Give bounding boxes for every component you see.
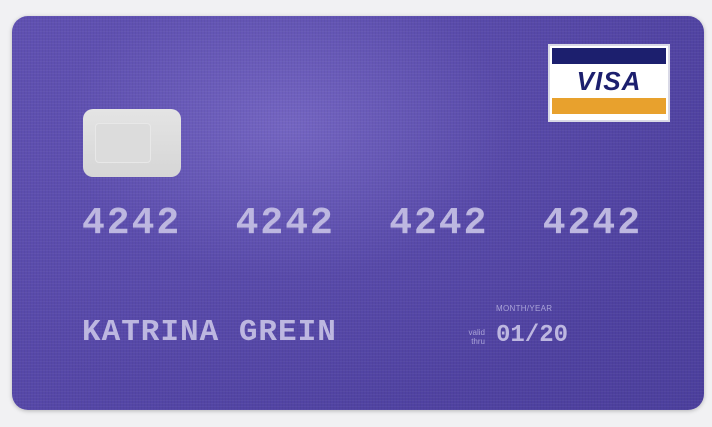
card-number-group-1: 4242 [82, 202, 182, 245]
expiry-block: MONTH/YEAR valid thru 01/20 [452, 302, 592, 362]
card-number: 4242 4242 4242 4242 [82, 202, 642, 245]
chip-contact-pad [95, 123, 151, 163]
valid-thru-line-1: valid [468, 328, 485, 337]
card-number-group-3: 4242 [389, 202, 489, 245]
card-number-group-2: 4242 [235, 202, 335, 245]
visa-logo-icon: VISA [548, 44, 670, 122]
expiry-date: 01/20 [496, 322, 569, 349]
card-number-group-4: 4242 [542, 202, 642, 245]
valid-thru-line-2: thru [471, 337, 485, 346]
cardholder-name: KATRINA GREIN [82, 315, 337, 350]
visa-logo-bottom-band [552, 98, 666, 114]
credit-card: VISA 4242 4242 4242 4242 KATRINA GREIN M… [12, 16, 704, 410]
card-brand: VISA [576, 66, 642, 96]
page: VISA 4242 4242 4242 4242 KATRINA GREIN M… [0, 0, 712, 427]
expiry-caption: MONTH/YEAR [496, 304, 553, 313]
visa-logo-top-band [552, 48, 666, 64]
valid-thru-label: valid thru [455, 328, 485, 346]
emv-chip-icon [83, 109, 181, 177]
